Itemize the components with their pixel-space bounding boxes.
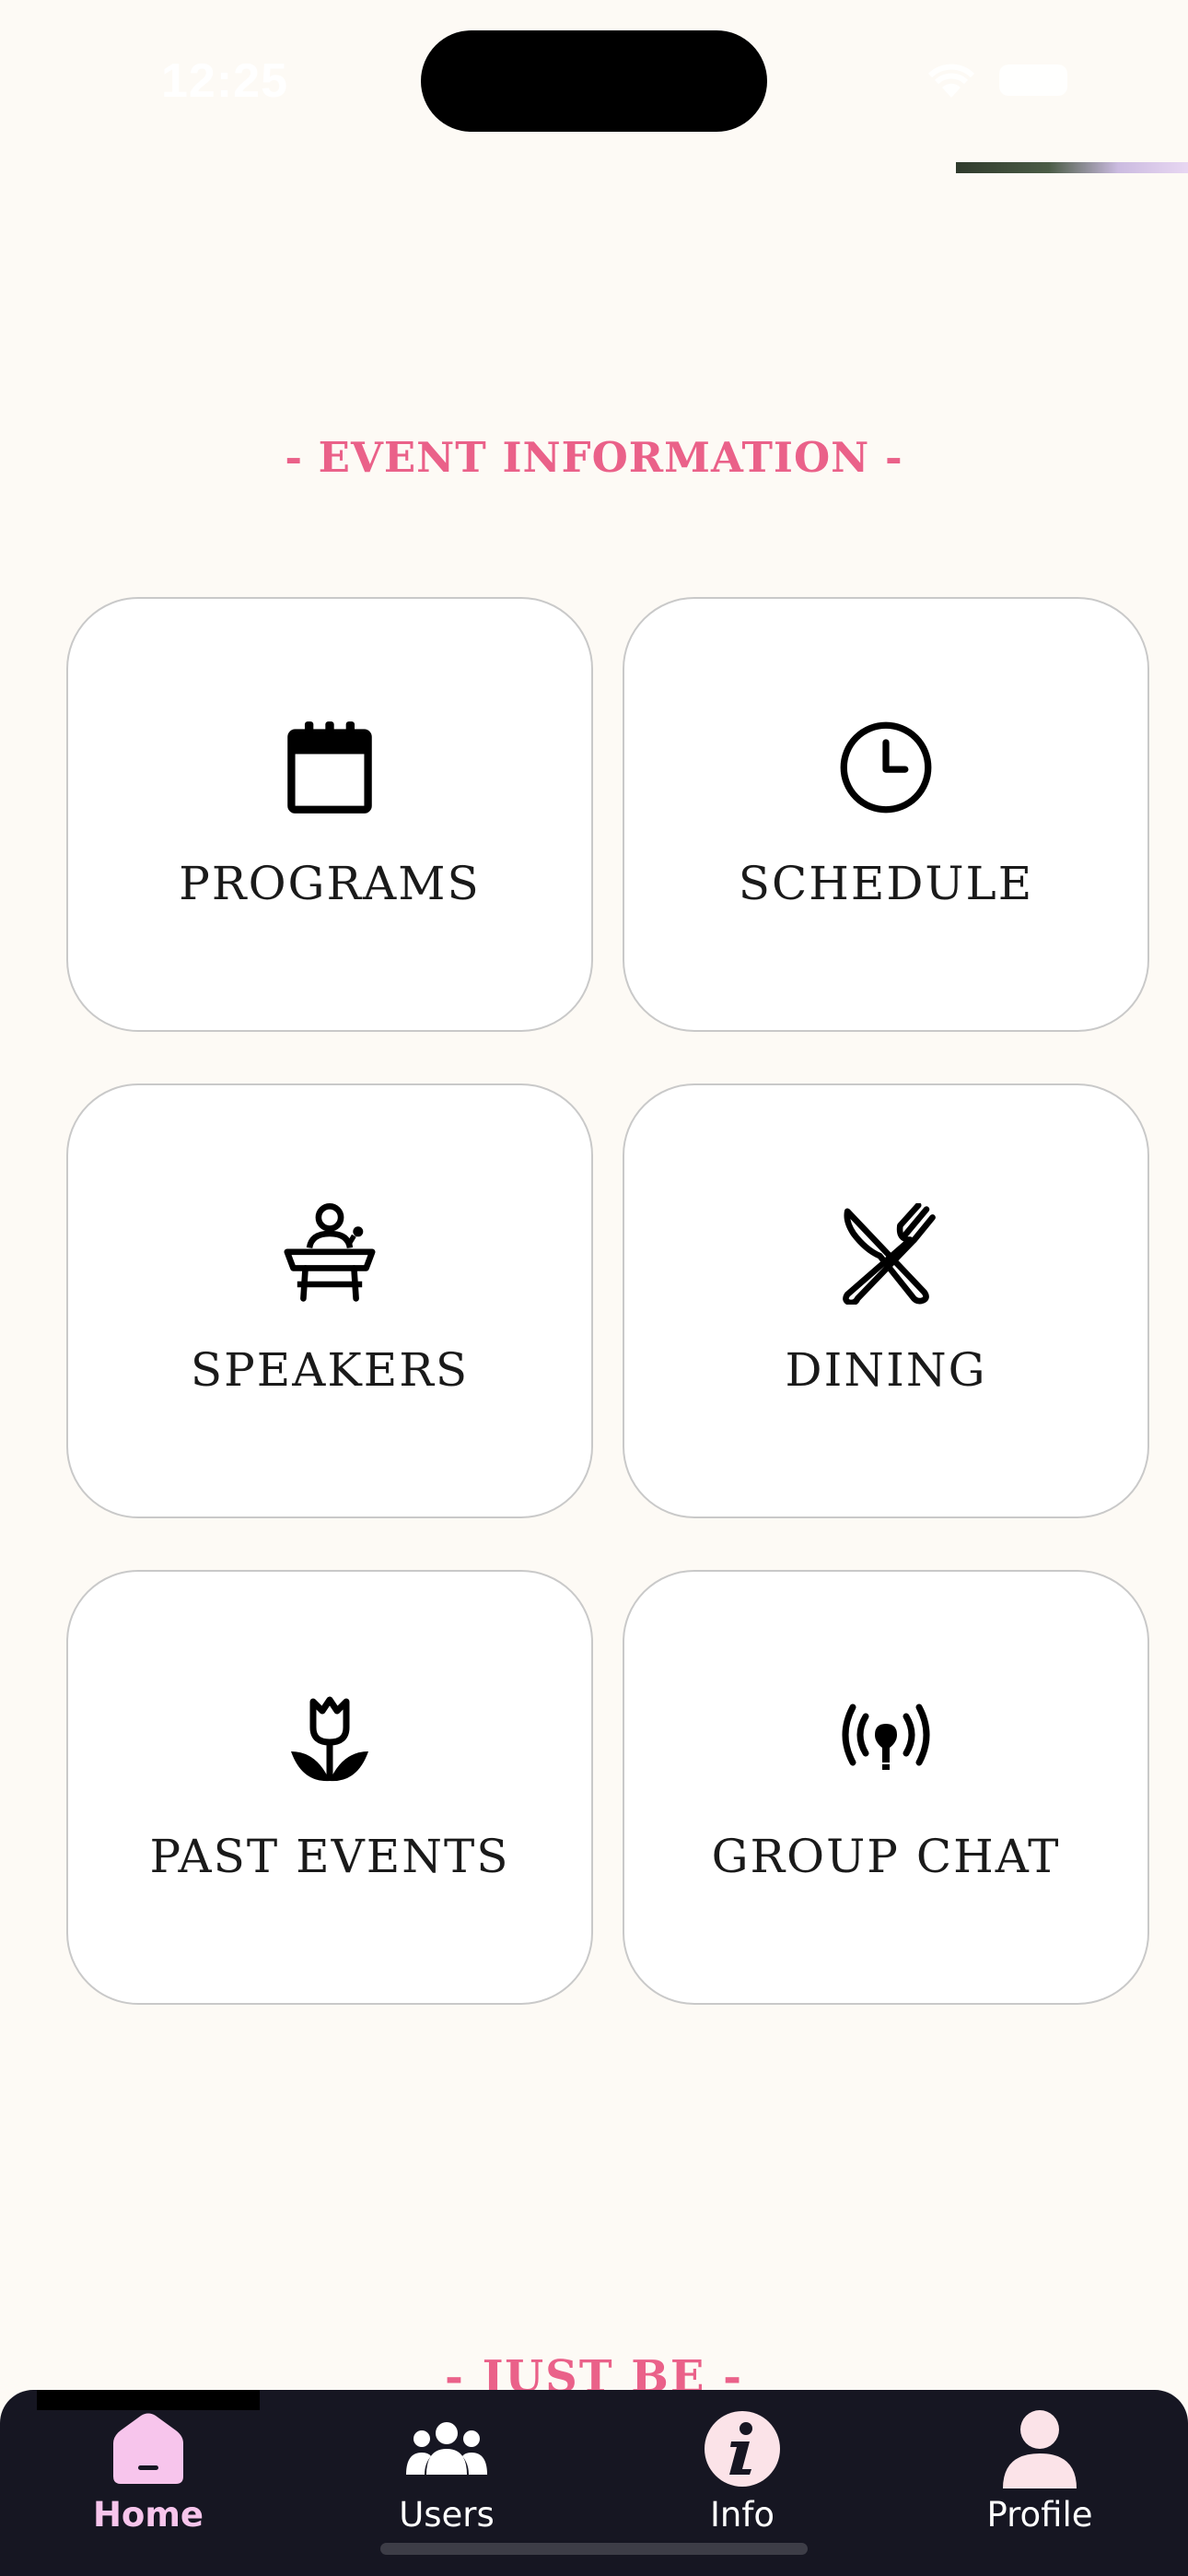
calendar-icon: [279, 717, 380, 818]
tabbar-overlay: [37, 2390, 260, 2410]
home-indicator[interactable]: [380, 2543, 808, 2555]
info-icon: [696, 2406, 788, 2491]
section-title: - EVENT INFORMATION -: [285, 433, 903, 482]
dining-label: DINING: [785, 1343, 987, 1397]
status-time: 12:25: [161, 54, 288, 108]
schedule-label: SCHEDULE: [738, 857, 1034, 910]
wifi-icon: [927, 64, 975, 98]
group-chat-card[interactable]: GROUP CHAT: [623, 1570, 1149, 2005]
past-events-card[interactable]: PAST EVENTS: [66, 1570, 593, 2005]
battery-icon: [999, 64, 1067, 96]
tulip-icon: [279, 1690, 380, 1791]
group-chat-label: GROUP CHAT: [711, 1830, 1061, 1883]
profile-icon: [994, 2406, 1086, 2491]
tab-info-label: Info: [709, 2495, 775, 2535]
programs-label: PROGRAMS: [179, 857, 481, 910]
dining-card[interactable]: DINING: [623, 1083, 1149, 1518]
screen: 12:25 - EVENT INFORMATION - PROGRAMS SCH…: [0, 0, 1188, 2576]
event-info-grid: PROGRAMS SCHEDULE SPEAKERS DINING PAST E…: [66, 597, 1149, 2005]
past-events-label: PAST EVENTS: [149, 1830, 510, 1883]
clock-icon: [835, 717, 937, 818]
tab-profile-label: Profile: [986, 2495, 1093, 2535]
dynamic-island: [421, 30, 767, 132]
programs-card[interactable]: PROGRAMS: [66, 597, 593, 1032]
speaker-podium-icon: [279, 1203, 380, 1305]
utensils-icon: [835, 1203, 937, 1305]
broadcast-icon: [835, 1690, 937, 1791]
header-image: [956, 162, 1188, 173]
speakers-card[interactable]: SPEAKERS: [66, 1083, 593, 1518]
tab-users-label: Users: [399, 2495, 495, 2535]
home-icon: [102, 2406, 194, 2491]
schedule-card[interactable]: SCHEDULE: [623, 597, 1149, 1032]
tab-home-label: Home: [92, 2495, 204, 2535]
tab-profile[interactable]: Profile: [925, 2390, 1155, 2576]
users-icon: [401, 2406, 493, 2491]
tab-home[interactable]: Home: [33, 2390, 263, 2576]
speakers-label: SPEAKERS: [190, 1343, 470, 1397]
